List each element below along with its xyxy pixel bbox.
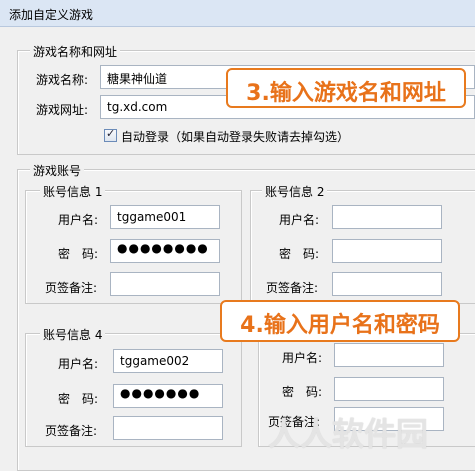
- username-label-2: 用户名:: [279, 213, 320, 227]
- username-input-2[interactable]: [332, 205, 442, 229]
- username-input-right[interactable]: [334, 343, 444, 367]
- username-input-4[interactable]: tggame002: [113, 349, 223, 373]
- callout-step3-text: 3.输入游戏名和网址: [246, 81, 446, 106]
- window-titlebar[interactable]: 添加自定义游戏: [0, 0, 475, 27]
- password-input-4[interactable]: ●●●●●●●: [113, 384, 223, 408]
- game-name-value: 糖果神仙道: [107, 72, 168, 86]
- username-label-4: 用户名:: [58, 357, 99, 371]
- password-value-1: ●●●●●●●●: [117, 241, 209, 255]
- password-input-1[interactable]: ●●●●●●●●: [110, 239, 220, 263]
- game-info-legend: 游戏名称和网址: [30, 43, 121, 60]
- password-input-right[interactable]: [334, 377, 444, 401]
- username-label-1: 用户名:: [58, 213, 99, 227]
- game-url-label: 游戏网址:: [36, 103, 89, 117]
- password-label-1: 密 码:: [58, 247, 99, 261]
- game-url-value: tg.xd.com: [107, 100, 168, 114]
- username-label-right: 用户名:: [282, 351, 323, 365]
- note-label-4: 页签备注:: [45, 424, 98, 438]
- callout-step4: 4.输入用户名和密码: [220, 300, 460, 342]
- watermark: 人人软件园: [268, 415, 429, 453]
- auto-login-checkbox[interactable]: ✓: [104, 127, 117, 142]
- password-label-4: 密 码:: [58, 392, 99, 406]
- account-header-2: 账号信息 2: [262, 183, 328, 200]
- note-label-2: 页签备注:: [266, 281, 319, 295]
- note-input-1[interactable]: [110, 272, 220, 296]
- note-input-4[interactable]: [113, 416, 223, 440]
- password-label-2: 密 码:: [279, 247, 320, 261]
- account-header-1: 账号信息 1: [40, 183, 106, 200]
- username-value-1: tggame001: [117, 210, 187, 224]
- username-input-1[interactable]: tggame001: [110, 205, 220, 229]
- callout-step4-text: 4.输入用户名和密码: [240, 313, 440, 338]
- account-legend: 游戏账号: [30, 162, 85, 179]
- password-label-right: 密 码:: [282, 385, 323, 399]
- password-value-4: ●●●●●●●: [120, 386, 201, 400]
- password-input-2[interactable]: [332, 239, 442, 263]
- note-input-2[interactable]: [332, 272, 442, 296]
- account-header-4: 账号信息 4: [40, 326, 106, 343]
- callout-step3: 3.输入游戏名和网址: [226, 68, 466, 108]
- checkmark-icon: ✓: [106, 127, 116, 140]
- note-label-1: 页签备注:: [45, 281, 98, 295]
- username-value-4: tggame002: [120, 354, 190, 368]
- window-title: 添加自定义游戏: [9, 8, 94, 22]
- game-name-label: 游戏名称:: [36, 73, 89, 87]
- auto-login-label[interactable]: 自动登录（如果自动登录失败请去掉勾选）: [121, 128, 349, 145]
